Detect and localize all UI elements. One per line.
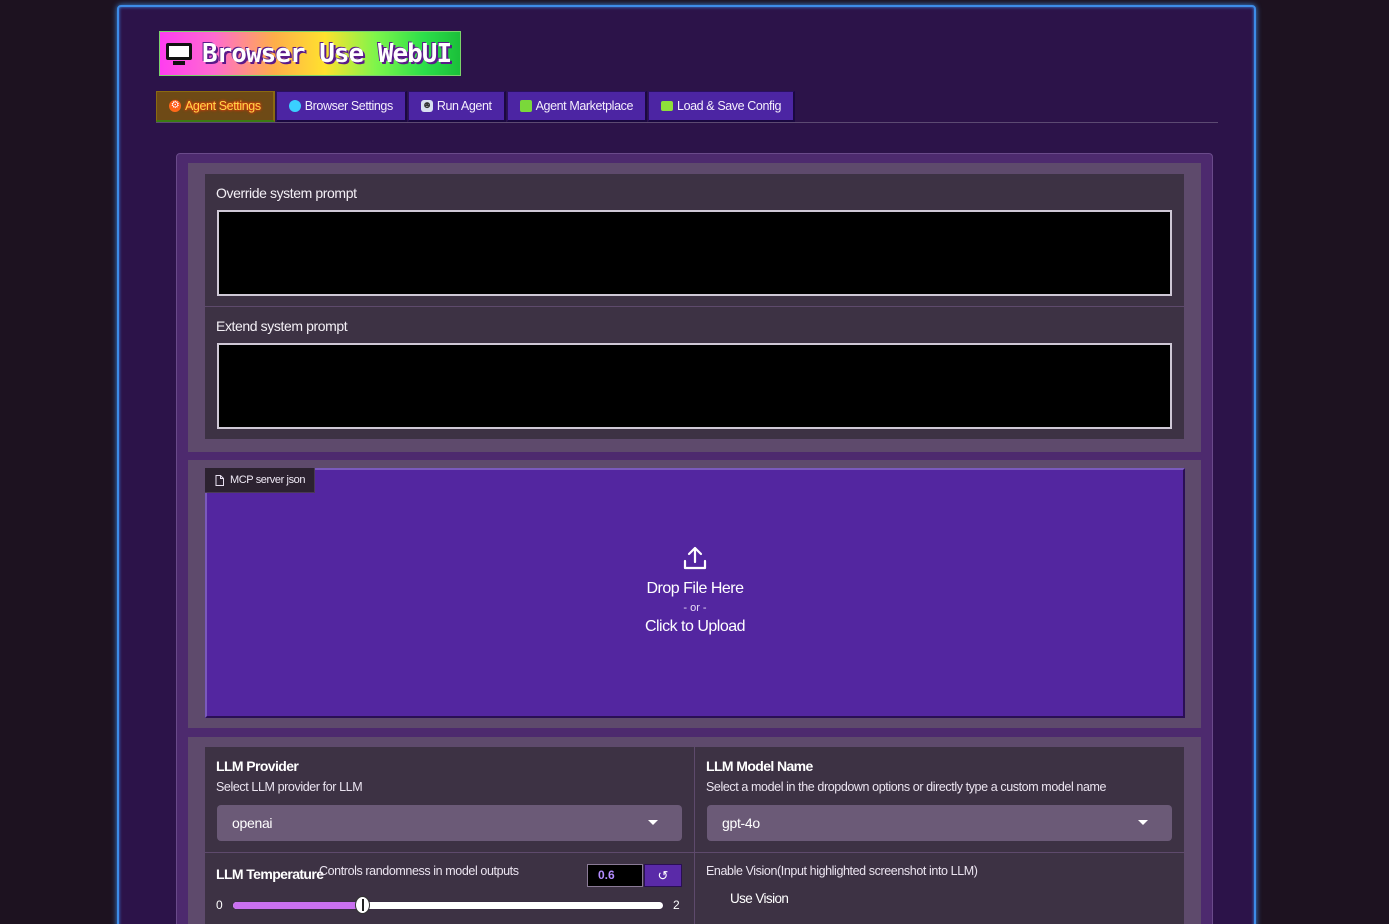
tab-run-agent[interactable]: ☻ Run Agent bbox=[407, 91, 506, 122]
globe-icon bbox=[288, 100, 301, 112]
tab-label: Run Agent bbox=[436, 99, 492, 113]
tab-agent-settings[interactable]: ⚙ Agent Settings bbox=[156, 91, 275, 122]
chevron-down-icon bbox=[1138, 820, 1148, 825]
upload-icon bbox=[683, 546, 707, 570]
upload-tag-label: MCP server json bbox=[230, 474, 306, 486]
tabs-divider bbox=[156, 122, 1218, 123]
temperature-number-input[interactable]: 0.6 bbox=[587, 864, 643, 887]
app-banner: Browser Use WebUI bbox=[159, 31, 461, 76]
folder-icon bbox=[661, 101, 674, 111]
chevron-down-icon bbox=[648, 820, 658, 825]
tab-bar: ⚙ Agent Settings Browser Settings ☻ Run … bbox=[156, 91, 796, 122]
gear-icon: ⚙ bbox=[169, 100, 181, 112]
temperature-min-label: 0 bbox=[216, 898, 223, 912]
override-prompt-label: Override system prompt bbox=[216, 185, 357, 201]
monitor-icon bbox=[164, 40, 194, 68]
column-divider bbox=[694, 747, 695, 924]
tab-agent-marketplace[interactable]: Agent Marketplace bbox=[506, 91, 648, 122]
slider-fill bbox=[233, 902, 362, 909]
extend-prompt-label: Extend system prompt bbox=[216, 318, 348, 334]
llm-model-value: gpt-4o bbox=[722, 815, 760, 831]
drop-file-text: Drop File Here bbox=[646, 580, 744, 597]
app-title: Browser Use WebUI bbox=[202, 38, 452, 69]
gift-icon bbox=[519, 100, 532, 112]
llm-model-dropdown[interactable]: gpt-4o bbox=[707, 805, 1172, 841]
llm-provider-info: Select LLM provider for LLM bbox=[216, 780, 363, 794]
tab-label: Agent Marketplace bbox=[535, 99, 634, 113]
click-upload-text: Click to Upload bbox=[644, 618, 746, 635]
llm-model-info: Select a model in the dropdown options o… bbox=[706, 780, 1107, 794]
file-icon bbox=[215, 474, 224, 486]
vision-info: Enable Vision(Input highlighted screensh… bbox=[706, 864, 978, 878]
llm-provider-title: LLM Provider bbox=[216, 758, 299, 774]
llm-provider-value: openai bbox=[232, 815, 273, 831]
tab-label: Agent Settings bbox=[185, 99, 261, 113]
slider-thumb[interactable] bbox=[355, 896, 370, 914]
llm-temperature-title: LLM Temperature bbox=[216, 866, 324, 882]
row-divider bbox=[205, 852, 1184, 853]
use-vision-checkbox-label[interactable]: Use Vision bbox=[730, 891, 789, 906]
upload-or-text: - or - bbox=[683, 602, 707, 614]
tab-label: Browser Settings bbox=[304, 99, 393, 113]
robot-icon: ☻ bbox=[420, 100, 433, 112]
upload-instructions[interactable]: Drop File Here - or - Click to Upload bbox=[205, 545, 1185, 636]
llm-temperature-info: Controls randomness in model outputs bbox=[319, 864, 519, 878]
temperature-max-label: 2 bbox=[673, 898, 680, 912]
temperature-reset-button[interactable]: ↺ bbox=[644, 864, 682, 887]
temperature-slider[interactable] bbox=[232, 896, 664, 914]
tab-load-save-config[interactable]: Load & Save Config bbox=[648, 91, 796, 122]
extend-prompt-textarea[interactable] bbox=[217, 343, 1172, 429]
llm-provider-dropdown[interactable]: openai bbox=[217, 805, 682, 841]
upload-file-tag: MCP server json bbox=[205, 468, 316, 493]
llm-model-title: LLM Model Name bbox=[706, 758, 813, 774]
tab-browser-settings[interactable]: Browser Settings bbox=[275, 91, 407, 122]
tab-label: Load & Save Config bbox=[677, 99, 782, 113]
override-prompt-textarea[interactable] bbox=[217, 210, 1172, 296]
